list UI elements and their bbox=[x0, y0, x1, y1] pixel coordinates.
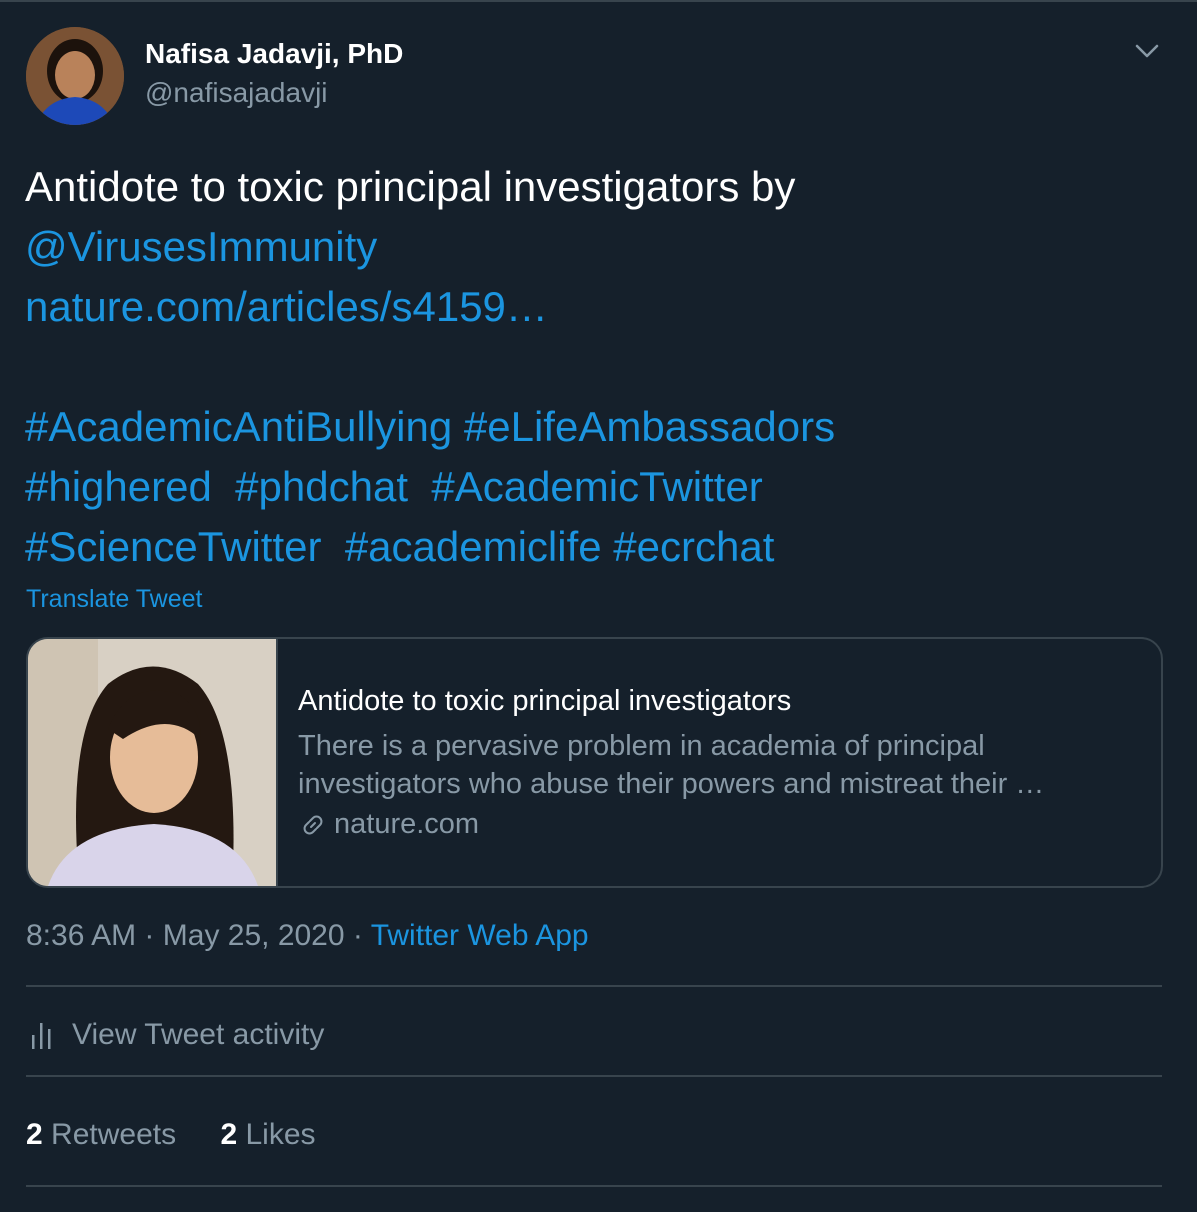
hashtag-link[interactable]: #ecrchat bbox=[613, 523, 774, 570]
chevron-down-icon[interactable] bbox=[1132, 38, 1162, 64]
hashtag-link[interactable]: #highered bbox=[25, 463, 212, 510]
author-name[interactable]: Nafisa Jadavji, PhD bbox=[145, 38, 403, 70]
hashtag-link[interactable]: #eLifeAmbassadors bbox=[464, 403, 835, 450]
link-preview-card[interactable]: Antidote to toxic principal investigator… bbox=[26, 637, 1163, 888]
analytics-icon bbox=[32, 1023, 51, 1049]
divider bbox=[26, 1185, 1162, 1187]
retweets-stat[interactable]: 2 Retweets bbox=[26, 1118, 176, 1151]
hashtag-link[interactable]: #ScienceTwitter bbox=[25, 523, 321, 570]
mention-link[interactable]: @VirusesImmunity bbox=[25, 217, 1165, 277]
retweets-count: 2 bbox=[26, 1118, 43, 1151]
hashtag-link[interactable]: #AcademicAntiBullying bbox=[25, 403, 452, 450]
top-border bbox=[0, 0, 1197, 2]
card-domain: nature.com bbox=[298, 808, 479, 841]
meta-separator: · bbox=[352, 919, 363, 952]
meta-separator: · bbox=[144, 919, 155, 952]
card-description: There is a pervasive problem in academia… bbox=[298, 727, 1118, 803]
card-title: Antidote to toxic principal investigator… bbox=[298, 685, 792, 717]
card-description-line: investigators who abuse their powers and… bbox=[298, 768, 1045, 800]
tweet-meta: 8:36 AM · May 25, 2020 · Twitter Web App bbox=[26, 919, 589, 953]
view-tweet-activity-label: View Tweet activity bbox=[72, 1018, 325, 1051]
retweets-label: Retweets bbox=[51, 1118, 177, 1151]
likes-label: Likes bbox=[245, 1118, 316, 1151]
likes-stat[interactable]: 2 Likes bbox=[220, 1118, 315, 1151]
tweet-source-link[interactable]: Twitter Web App bbox=[371, 919, 589, 952]
tweet-date[interactable]: May 25, 2020 bbox=[163, 919, 345, 952]
tweet-text: Antidote to toxic principal investigator… bbox=[25, 157, 1165, 577]
link-icon bbox=[303, 815, 323, 834]
card-description-line: There is a pervasive problem in academia… bbox=[298, 730, 985, 762]
translate-tweet-link[interactable]: Translate Tweet bbox=[26, 585, 202, 614]
author-avatar[interactable] bbox=[26, 27, 124, 125]
tweet-time[interactable]: 8:36 AM bbox=[26, 919, 136, 952]
card-domain-text: nature.com bbox=[334, 808, 480, 840]
divider bbox=[26, 985, 1162, 987]
hashtag-link[interactable]: #academiclife bbox=[345, 523, 602, 570]
card-thumbnail bbox=[28, 639, 278, 886]
hashtag-link[interactable]: #AcademicTwitter bbox=[431, 463, 762, 510]
article-url-link[interactable]: nature.com/articles/s4159… bbox=[25, 277, 1165, 337]
likes-count: 2 bbox=[220, 1118, 238, 1151]
divider bbox=[26, 1075, 1162, 1077]
author-handle[interactable]: @nafisajadavji bbox=[145, 77, 328, 109]
hashtag-link[interactable]: #phdchat bbox=[235, 463, 408, 510]
tweet-stats: 2 Retweets 2 Likes bbox=[26, 1118, 352, 1152]
view-tweet-activity-button[interactable]: View Tweet activity bbox=[30, 1018, 324, 1052]
tweet-text-plain: Antidote to toxic principal investigator… bbox=[25, 163, 796, 210]
